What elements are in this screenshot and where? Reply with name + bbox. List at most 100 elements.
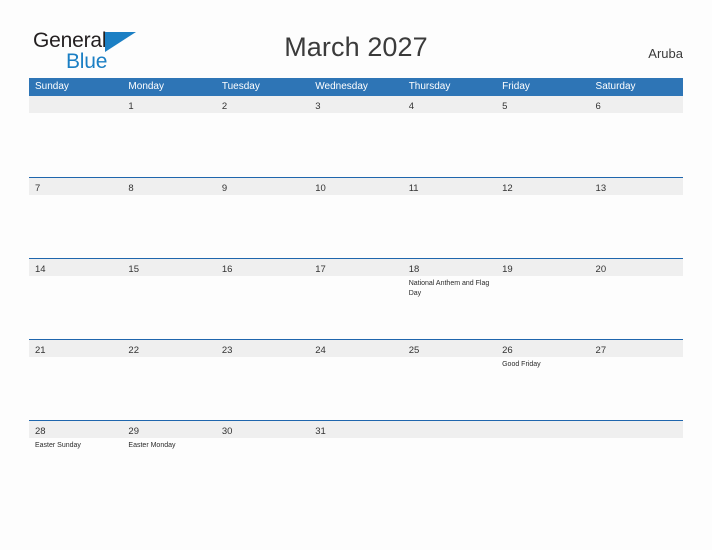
day-number-band: 29 — [122, 421, 216, 438]
dow-sunday: Sunday — [35, 81, 69, 92]
day-number: 21 — [35, 345, 46, 356]
day-number-band — [589, 421, 683, 438]
calendar-day-cell-empty[interactable] — [29, 96, 123, 177]
day-number: 23 — [221, 345, 233, 356]
day-events — [29, 113, 122, 116]
day-number-band: 12 — [496, 178, 590, 195]
day-events — [590, 438, 683, 441]
day-events — [496, 195, 589, 198]
calendar-day-cell[interactable]: 21 — [29, 340, 123, 420]
calendar-day-cell[interactable]: 20 — [589, 259, 683, 339]
calendar-day-cell-empty[interactable] — [402, 421, 497, 501]
day-number-band — [496, 421, 590, 438]
calendar-day-cell[interactable]: 11 — [402, 178, 497, 258]
day-events: Good Friday — [496, 357, 589, 370]
day-events — [216, 357, 309, 360]
day-number-band: 26 — [496, 340, 590, 357]
day-events: Easter Sunday — [29, 438, 122, 451]
day-number-band: 25 — [402, 340, 497, 357]
day-number-band: 3 — [309, 96, 403, 113]
calendar-day-cell[interactable]: 7 — [29, 178, 123, 258]
page-header: General Blue March 2027 Aruba — [0, 0, 712, 78]
calendar-day-cell[interactable]: 5 — [496, 96, 590, 177]
calendar-day-cell[interactable]: 13 — [589, 178, 683, 258]
day-number: 13 — [595, 183, 607, 194]
day-events — [309, 276, 402, 279]
calendar-day-cell[interactable]: 15 — [122, 259, 216, 339]
calendar-day-cell[interactable]: 4 — [402, 96, 497, 177]
dow-wednesday: Wednesday — [315, 81, 368, 92]
day-number-band: 28 — [29, 421, 123, 438]
day-events — [122, 357, 215, 360]
day-events — [216, 113, 309, 116]
day-number-band: 27 — [589, 340, 683, 357]
day-number: 17 — [315, 264, 326, 275]
day-number-band: 14 — [29, 259, 123, 276]
day-number: 9 — [221, 183, 228, 194]
calendar-day-cell[interactable]: 25 — [402, 340, 497, 420]
day-number: 20 — [595, 264, 607, 275]
day-number: 5 — [502, 101, 508, 112]
dow-tuesday: Tuesday — [221, 81, 260, 92]
day-events — [309, 438, 402, 441]
calendar-day-cell[interactable]: 1 — [122, 96, 216, 177]
day-number: 10 — [315, 183, 326, 194]
day-number: 2 — [221, 101, 228, 112]
calendar-page: General Blue March 2027 Aruba Sunday Mon… — [0, 0, 712, 550]
calendar-day-cell[interactable]: 26 Good Friday — [496, 340, 590, 420]
calendar-day-cell[interactable]: 3 — [309, 96, 403, 177]
calendar-week-row: 14 15 16 17 18 National Anthem and Flag Day 19… — [29, 258, 683, 339]
calendar-day-cell[interactable]: 19 — [496, 259, 590, 339]
calendar-day-cell[interactable]: 30 — [215, 421, 310, 501]
calendar-day-cell-empty[interactable] — [496, 421, 590, 501]
day-number-band: 9 — [215, 178, 310, 195]
day-events — [496, 276, 589, 279]
calendar-day-cell[interactable]: 28 Easter Sunday — [29, 421, 123, 501]
day-number-band: 6 — [589, 96, 683, 113]
calendar-day-cell[interactable]: 24 — [309, 340, 403, 420]
holiday-event: Good Friday — [502, 361, 541, 368]
calendar-day-cell[interactable]: 22 — [122, 340, 216, 420]
day-events: Easter Monday — [122, 438, 215, 451]
calendar-day-cell[interactable]: 23 — [215, 340, 310, 420]
day-number: 14 — [35, 264, 46, 275]
day-number-band: 7 — [29, 178, 123, 195]
day-number: 6 — [595, 101, 601, 112]
day-number-band: 17 — [309, 259, 403, 276]
calendar-day-cell[interactable]: 8 — [122, 178, 216, 258]
calendar-day-cell[interactable]: 2 — [215, 96, 310, 177]
day-events — [496, 438, 589, 441]
calendar-day-cell[interactable]: 10 — [309, 178, 403, 258]
day-number-band: 30 — [215, 421, 310, 438]
day-events — [216, 276, 309, 279]
day-number: 16 — [221, 264, 233, 275]
day-number: 1 — [128, 101, 134, 112]
calendar-day-cell[interactable]: 29 Easter Monday — [122, 421, 216, 501]
day-number: 12 — [502, 183, 513, 194]
holiday-event: National Anthem and Flag Day — [408, 280, 490, 297]
country-label: Aruba — [648, 46, 683, 61]
day-events — [590, 113, 683, 116]
calendar-day-cell[interactable]: 6 — [589, 96, 683, 177]
calendar-day-cell[interactable]: 14 — [29, 259, 123, 339]
day-number: 27 — [595, 345, 607, 356]
calendar-day-cell[interactable]: 18 National Anthem and Flag Day — [402, 259, 497, 339]
calendar-day-cell[interactable]: 31 — [309, 421, 403, 501]
day-number: 15 — [128, 264, 139, 275]
calendar-day-cell[interactable]: 17 — [309, 259, 403, 339]
day-events — [122, 113, 215, 116]
day-number-band: 23 — [215, 340, 310, 357]
calendar-day-cell[interactable]: 12 — [496, 178, 590, 258]
holiday-event: Easter Sunday — [35, 442, 81, 449]
calendar-day-cell[interactable]: 16 — [215, 259, 310, 339]
day-number-band: 16 — [215, 259, 310, 276]
day-number: 3 — [315, 101, 321, 112]
day-events — [309, 195, 402, 198]
dow-monday: Monday — [128, 81, 164, 92]
calendar-day-cell-empty[interactable] — [589, 421, 683, 501]
day-events — [403, 195, 496, 198]
day-number-band: 1 — [122, 96, 216, 113]
calendar-day-cell[interactable]: 27 — [589, 340, 683, 420]
calendar-day-cell[interactable]: 9 — [215, 178, 310, 258]
day-number-band: 15 — [122, 259, 216, 276]
